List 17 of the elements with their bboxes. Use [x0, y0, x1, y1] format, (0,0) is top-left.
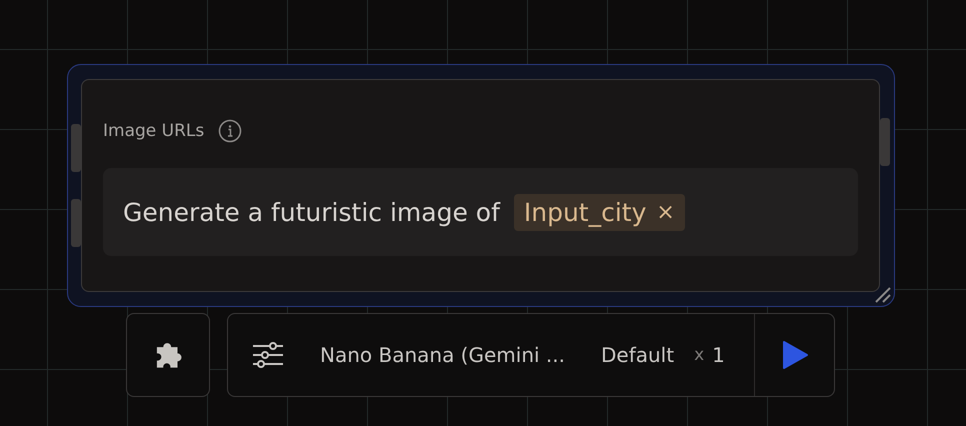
settings-sliders-icon[interactable] — [252, 341, 284, 369]
model-selector[interactable]: Nano Banana (Gemini ... — [320, 343, 565, 367]
connection-handle[interactable] — [880, 118, 890, 166]
connection-handle[interactable] — [71, 124, 81, 172]
plugin-button[interactable] — [126, 313, 210, 397]
play-icon — [780, 340, 808, 370]
field-label: Image URLs — [103, 121, 204, 141]
remove-chip-button[interactable]: × — [656, 200, 675, 224]
multiplier-sign: x — [694, 345, 704, 365]
prompt-field[interactable]: Generate a futuristic image of Input_city × — [103, 168, 858, 256]
run-count[interactable]: 1 — [712, 343, 725, 367]
preset-selector[interactable]: Default — [601, 343, 674, 367]
variable-chip[interactable]: Input_city × — [514, 194, 685, 230]
info-icon[interactable] — [218, 119, 242, 143]
connection-handle[interactable] — [71, 199, 81, 247]
prompt-text: Generate a futuristic image of — [123, 198, 500, 226]
resize-handle-icon[interactable] — [873, 285, 893, 305]
